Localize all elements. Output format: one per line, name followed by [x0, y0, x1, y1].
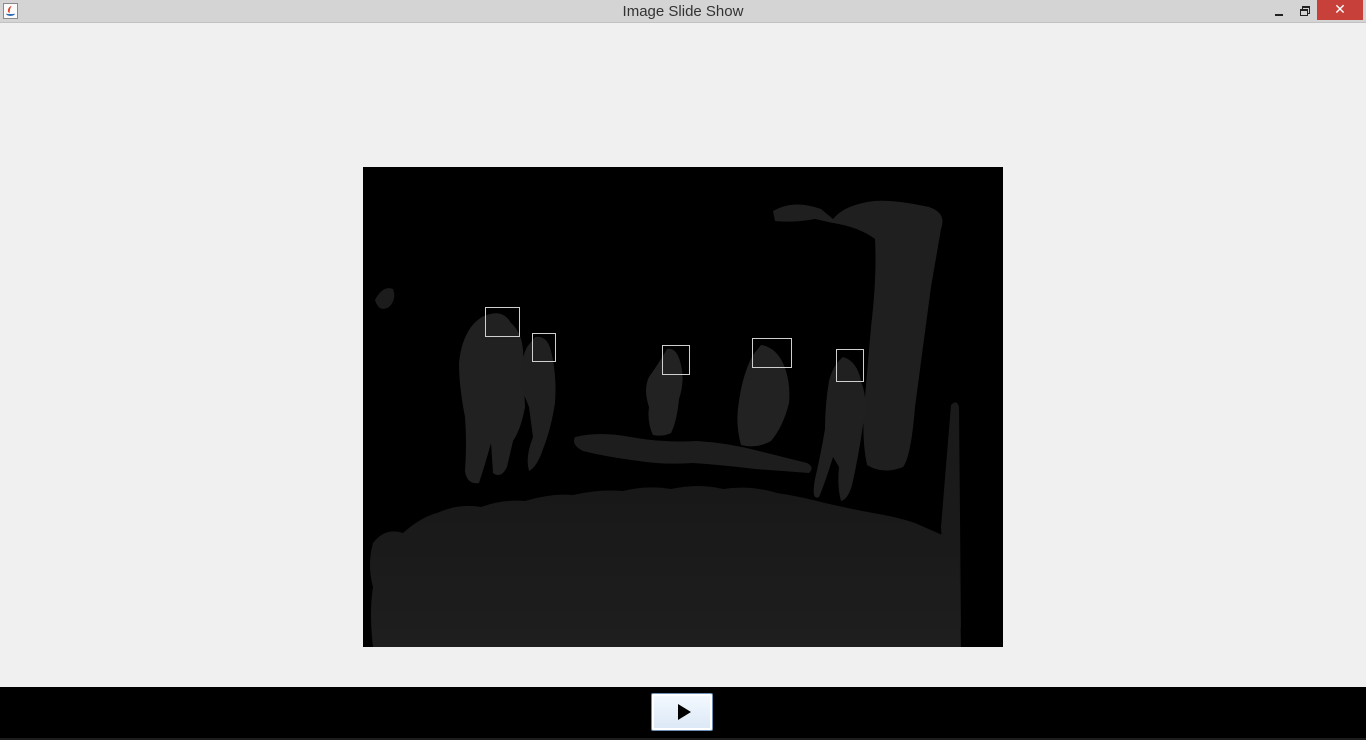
close-button[interactable]: ✕	[1317, 0, 1363, 20]
slide-panel	[0, 23, 1366, 687]
minimize-button[interactable]	[1266, 0, 1292, 21]
app-window: Image Slide Show ✕	[0, 0, 1366, 740]
play-button[interactable]	[651, 693, 713, 731]
control-bar	[0, 687, 1366, 740]
depth-image-graphic	[363, 167, 1003, 647]
restore-button[interactable]	[1292, 0, 1317, 21]
window-title: Image Slide Show	[622, 3, 744, 20]
slide-image	[363, 167, 1003, 647]
restore-icon	[1300, 6, 1310, 16]
title-bar[interactable]: Image Slide Show ✕	[0, 0, 1366, 23]
play-icon	[678, 704, 691, 720]
minimize-icon	[1275, 13, 1283, 16]
close-icon: ✕	[1334, 2, 1346, 18]
